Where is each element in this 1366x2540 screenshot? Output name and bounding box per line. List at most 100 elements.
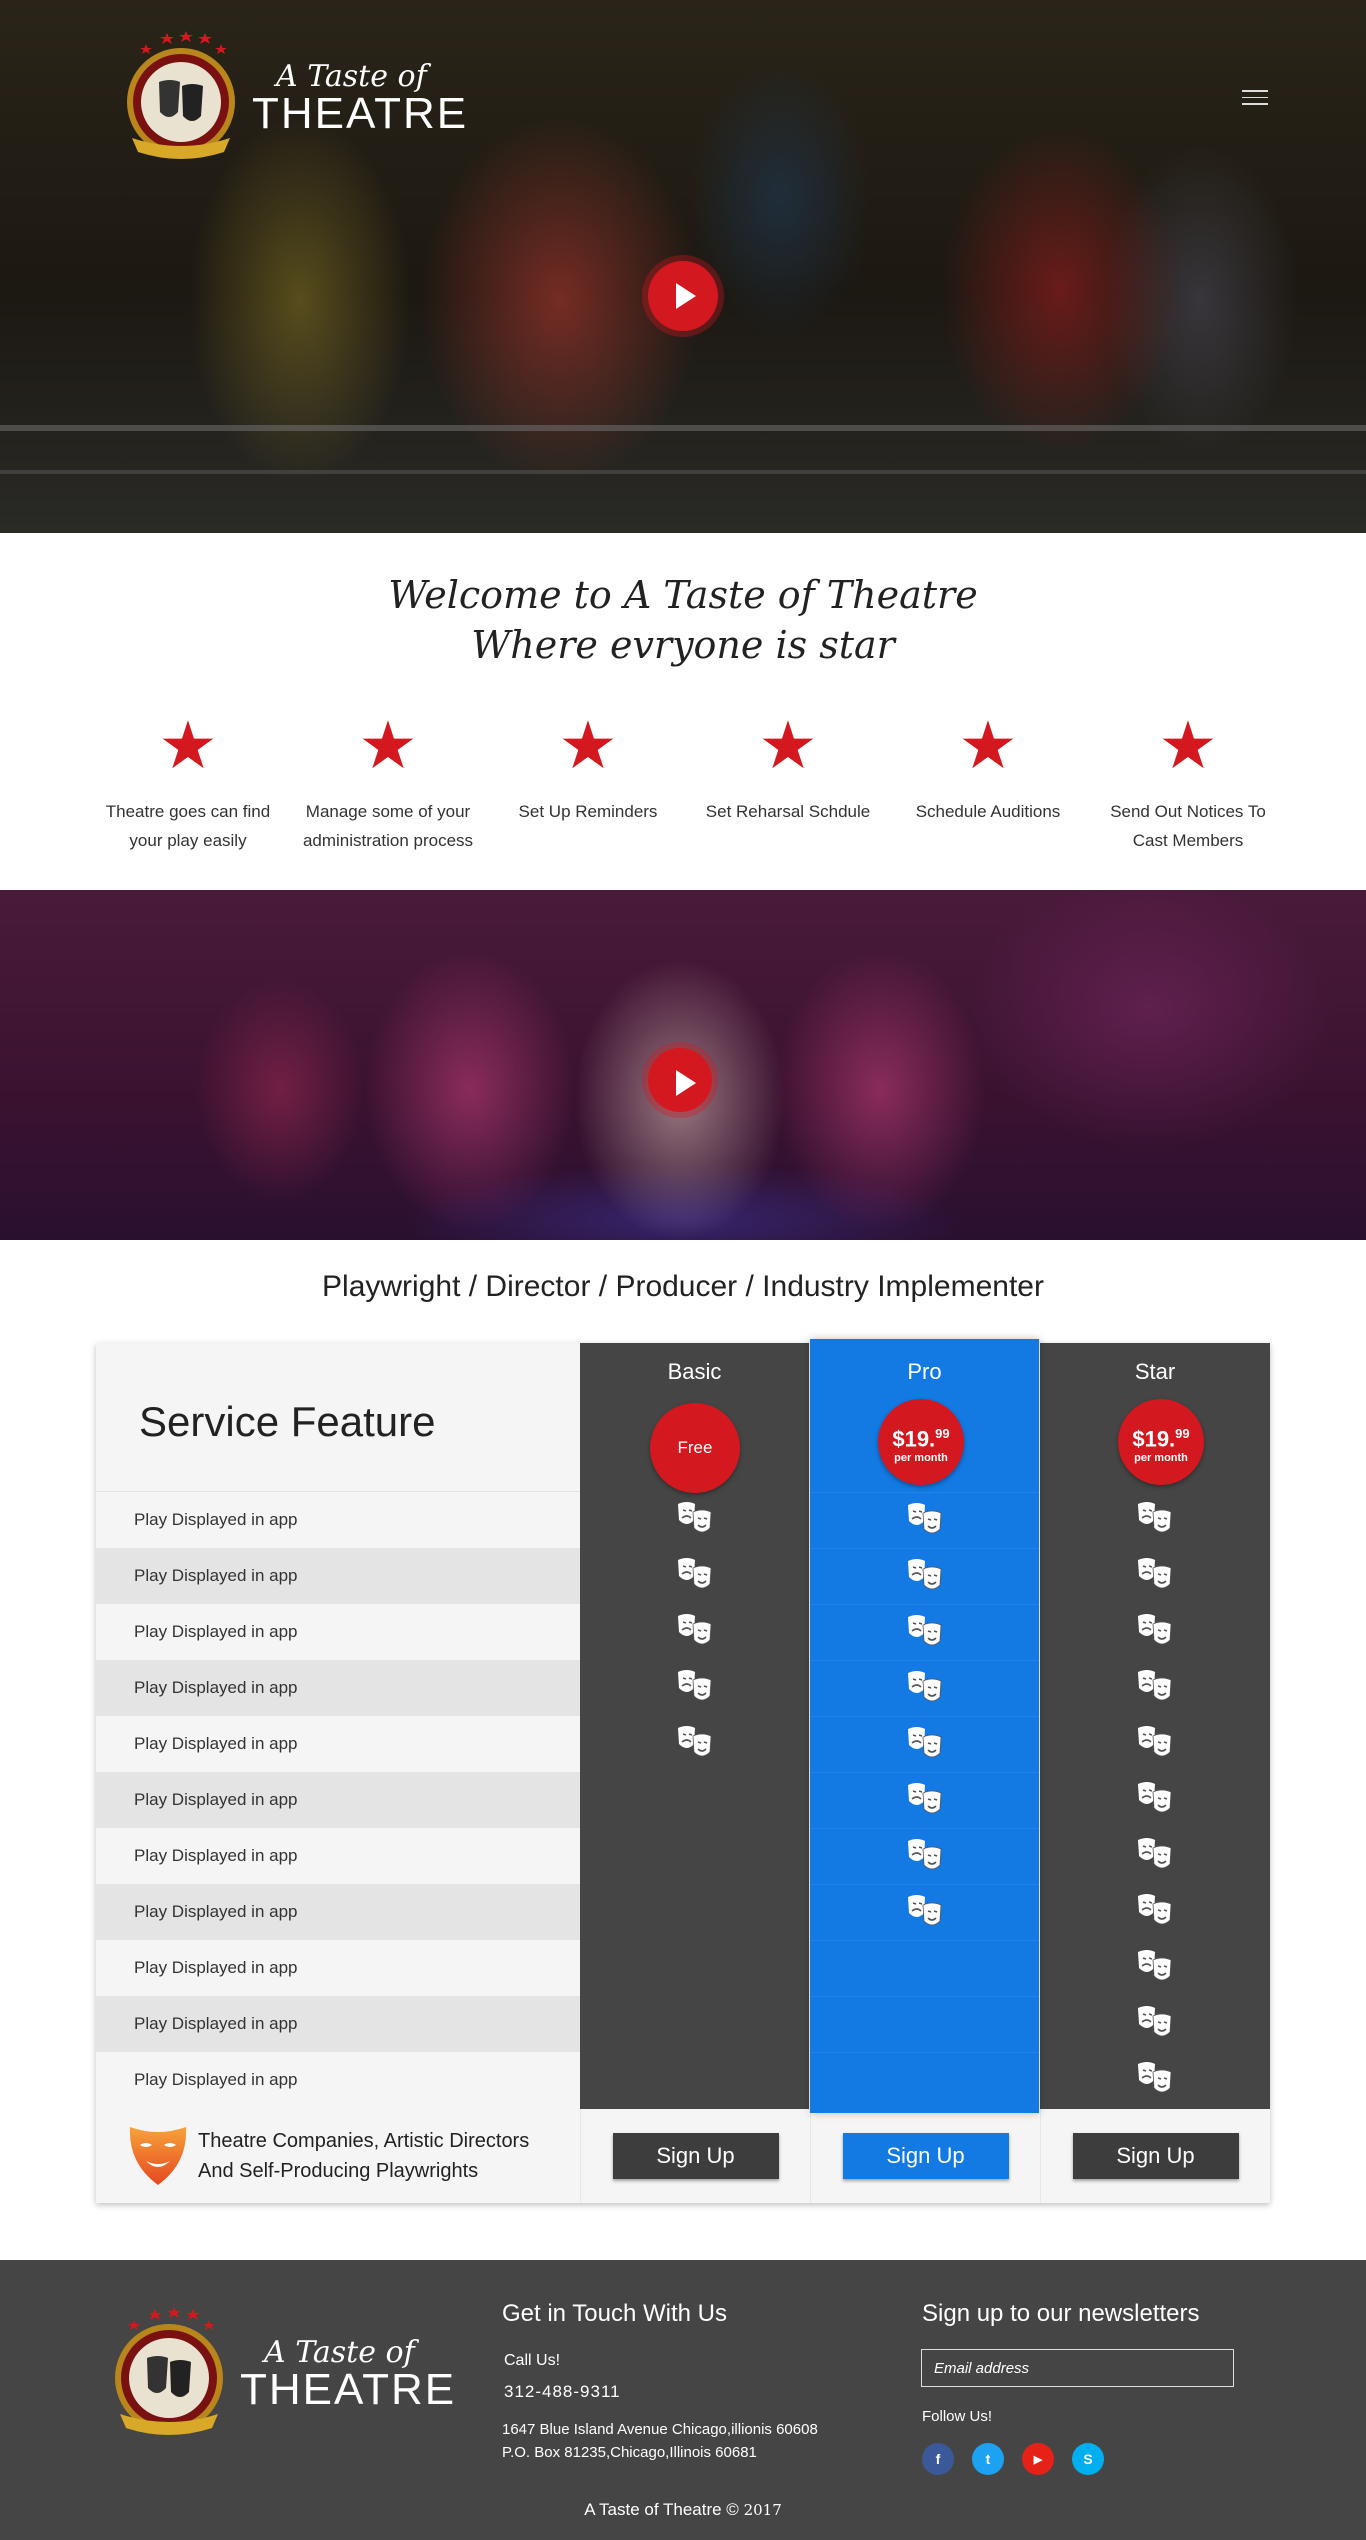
hero-video-banner: A Taste of THEATRE — [0, 0, 1366, 533]
feature-text: Set Reharsal Schdule — [705, 802, 871, 821]
plan-footer-pro: Sign Up — [810, 2109, 1040, 2203]
feature-item: ★ Set Reharsal Schdule — [688, 713, 888, 855]
star-icon: ★ — [958, 707, 1018, 784]
performance-video-banner — [0, 890, 1366, 1240]
feature-cell — [810, 1940, 1039, 1996]
theatre-masks-icon — [675, 1554, 715, 1598]
audience-text-line1: Theatre Companies, Artistic Directors — [198, 2130, 530, 2152]
logo-text-line2: THEATRE — [240, 2365, 457, 2414]
feature-item: ★ Schedule Auditions — [888, 713, 1088, 855]
price-cents: 99 — [935, 1426, 950, 1441]
feature-row-label: Play Displayed in app — [134, 1734, 298, 1753]
feature-list: ★ Theatre goes can find your play easily… — [88, 713, 1288, 855]
feature-text: Set Up Reminders — [518, 802, 658, 821]
theatre-masks-icon — [1135, 1666, 1175, 1710]
site-logo[interactable]: A Taste of THEATRE — [112, 30, 468, 168]
theatre-masks-icon — [1135, 1946, 1175, 1990]
feature-text: Manage some of your administration proce… — [302, 802, 474, 850]
copyright-text: A Taste of Theatre © — [584, 2500, 739, 2519]
theatre-masks-icon — [905, 1555, 945, 1599]
skype-icon[interactable]: S — [1072, 2443, 1104, 2475]
feature-row-label: Play Displayed in app — [134, 1622, 298, 1641]
feature-cell — [810, 2052, 1039, 2108]
footer-logo[interactable]: A Taste of THEATRE — [100, 2306, 456, 2444]
play-icon[interactable] — [648, 1048, 712, 1112]
feature-cell — [580, 2052, 809, 2108]
theatre-masks-icon — [905, 1891, 945, 1935]
feature-text: Theatre goes can find your play easily — [105, 802, 271, 850]
hamburger-icon[interactable] — [1242, 90, 1268, 108]
price-period: per month — [894, 1452, 948, 1465]
feature-cell — [810, 1604, 1039, 1660]
theatre-masks-logo-icon — [127, 31, 235, 159]
theatre-mask-icon — [129, 2127, 187, 2185]
theatre-masks-icon — [675, 1722, 715, 1766]
plan-name: Basic — [667, 1359, 722, 1384]
feature-row-label: Play Displayed in app — [134, 1510, 298, 1529]
plan-column-basic: Basic Free — [580, 1343, 809, 2109]
signup-button-star[interactable]: Sign Up — [1072, 2133, 1239, 2179]
logo-text-line2: THEATRE — [252, 89, 469, 138]
twitter-icon[interactable]: t — [972, 2443, 1004, 2475]
feature-row-label: Play Displayed in app — [96, 1772, 580, 1828]
feature-text: Schedule Auditions — [915, 802, 1061, 821]
call-label: Call Us! — [504, 2352, 561, 2369]
logo-text-line1: A Taste of — [264, 2335, 415, 2370]
feature-row-label: Play Displayed in app — [134, 2070, 298, 2089]
pricing-title: Playwright / Director / Producer / Indus… — [322, 1270, 1044, 1303]
feature-cell — [1040, 2052, 1270, 2108]
facebook-icon[interactable]: f — [922, 2443, 954, 2475]
service-feature-heading: Service Feature — [139, 1398, 436, 1445]
feature-cell — [810, 1660, 1039, 1716]
theatre-masks-icon — [905, 1667, 945, 1711]
theatre-masks-icon — [905, 1499, 945, 1543]
phone-number[interactable]: 312-488-9311 — [504, 2382, 621, 2402]
feature-cell — [580, 1772, 809, 1828]
feature-row-label: Play Displayed in app — [96, 1884, 580, 1940]
copyright: A Taste of Theatre © 2017 — [0, 2500, 1366, 2520]
logo-text-line1: A Taste of — [276, 59, 427, 94]
theatre-masks-icon — [1135, 1778, 1175, 1822]
stage-rail — [0, 470, 1366, 474]
signup-button-basic[interactable]: Sign Up — [612, 2133, 779, 2179]
plan-footer-basic: Sign Up — [580, 2109, 810, 2203]
site-footer: A Taste of THEATRE Get in Touch With Us … — [0, 2260, 1366, 2540]
newsletter-heading: Sign up to our newsletters — [922, 2300, 1200, 2327]
feature-cell — [1040, 1660, 1270, 1716]
feature-item: ★ Theatre goes can find your play easily — [88, 713, 288, 855]
feature-cell — [810, 1996, 1039, 2052]
theatre-masks-icon — [1135, 1722, 1175, 1766]
theatre-masks-icon — [1135, 1498, 1175, 1542]
theatre-masks-icon — [1135, 2002, 1175, 2046]
feature-cell — [1040, 1996, 1270, 2052]
copyright-year: 2017 — [743, 2501, 782, 2519]
feature-column: Service Feature Play Displayed in app Pla… — [96, 1343, 580, 2203]
feature-cell — [580, 1884, 809, 1940]
youtube-icon[interactable]: ▶ — [1022, 2443, 1054, 2475]
feature-cell — [1040, 1716, 1270, 1772]
plan-column-pro: Pro $19.99 per month — [810, 1339, 1039, 2113]
newsletter-email-input[interactable] — [921, 2349, 1234, 2387]
play-icon[interactable] — [648, 261, 718, 331]
feature-cell — [580, 1716, 809, 1772]
theatre-masks-icon — [905, 1835, 945, 1879]
address-line1: 1647 Blue Island Avenue Chicago,illionis… — [502, 2421, 818, 2438]
theatre-masks-icon — [1135, 2058, 1175, 2102]
feature-cell — [810, 1716, 1039, 1772]
feature-item: ★ Manage some of your administration pro… — [288, 713, 488, 855]
price-amount: $19. — [1132, 1426, 1176, 1452]
stage-rail — [0, 425, 1366, 431]
welcome-title: Welcome to A Taste of Theatre — [388, 573, 978, 617]
feature-cell — [580, 1940, 809, 1996]
theatre-masks-icon — [905, 1723, 945, 1767]
signup-button-pro[interactable]: Sign Up — [842, 2133, 1009, 2179]
feature-cell — [1040, 1548, 1270, 1604]
feature-cell — [1040, 1884, 1270, 1940]
plan-name: Pro — [907, 1359, 942, 1384]
feature-row-label: Play Displayed in app — [96, 1548, 580, 1604]
star-icon: ★ — [558, 707, 618, 784]
plan-column-star: Star $19.99 per month — [1040, 1343, 1270, 2109]
feature-text: Send Out Notices To Cast Members — [1110, 802, 1266, 850]
theatre-masks-icon — [675, 1666, 715, 1710]
price-badge: Free — [650, 1403, 740, 1493]
